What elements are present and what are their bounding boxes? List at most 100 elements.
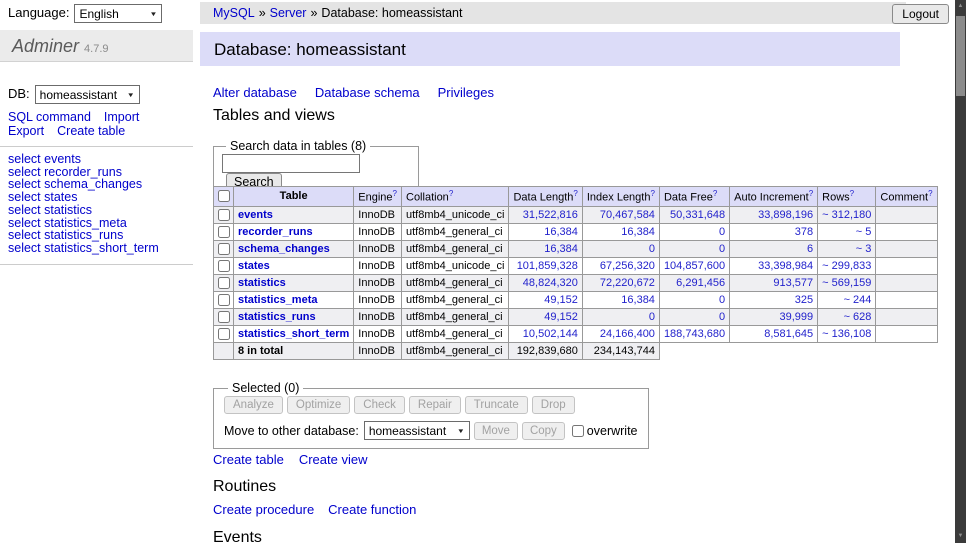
privileges-link[interactable]: Privileges	[438, 85, 494, 100]
auto-increment-link-schema-changes[interactable]: 6	[807, 243, 813, 255]
row-checkbox-statistics[interactable]	[218, 277, 230, 289]
scrollbar-thumb[interactable]	[956, 16, 965, 96]
scroll-down-icon[interactable]: ▼	[955, 530, 966, 543]
auto-increment-link-recorder-runs[interactable]: 378	[795, 226, 813, 238]
repair-button[interactable]: Repair	[409, 396, 461, 414]
auto-increment-link-statistics-meta[interactable]: 325	[795, 294, 813, 306]
index-length-link-statistics[interactable]: 72,220,672	[600, 277, 655, 289]
move-button[interactable]: Move	[474, 422, 518, 440]
index-length-link-statistics-short-term[interactable]: 24,166,400	[600, 328, 655, 340]
data-length-link-recorder-runs[interactable]: 16,384	[544, 226, 578, 238]
breadcrumb-link-mysql[interactable]: MySQL	[213, 6, 255, 20]
sidebar-action-create-table[interactable]: Create table	[57, 124, 125, 138]
search-legend: Search data in tables (8)	[226, 139, 370, 153]
rows-link-statistics[interactable]: ~ 569,159	[822, 277, 871, 289]
language-select[interactable]: English	[74, 4, 162, 23]
breadcrumb-link-server[interactable]: Server	[270, 6, 307, 20]
data-free-link-events[interactable]: 50,331,648	[670, 209, 725, 221]
data-length-link-events[interactable]: 31,522,816	[523, 209, 578, 221]
check-button[interactable]: Check	[354, 396, 405, 414]
data-free-link-states[interactable]: 104,857,600	[664, 260, 725, 272]
auto-increment-link-statistics[interactable]: 913,577	[773, 277, 813, 289]
overwrite-checkbox[interactable]	[572, 425, 584, 437]
data-free-link-statistics-meta[interactable]: 0	[719, 294, 725, 306]
select-all-checkbox[interactable]	[218, 190, 230, 202]
data-free-link-recorder-runs[interactable]: 0	[719, 226, 725, 238]
auto-increment-link-statistics-short-term[interactable]: 8,581,645	[764, 328, 813, 340]
database-schema-link[interactable]: Database schema	[315, 85, 420, 100]
help-icon[interactable]: ?	[809, 189, 813, 198]
rows-link-statistics-short-term[interactable]: ~ 136,108	[822, 328, 871, 340]
rows-link-schema-changes[interactable]: ~ 3	[856, 243, 872, 255]
index-length-link-statistics-runs[interactable]: 0	[649, 311, 655, 323]
data-free-link-schema-changes[interactable]: 0	[719, 243, 725, 255]
data-free-link-statistics-runs[interactable]: 0	[719, 311, 725, 323]
index-length-link-states[interactable]: 67,256,320	[600, 260, 655, 272]
data-length-link-statistics-runs[interactable]: 49,152	[544, 311, 578, 323]
help-icon[interactable]: ?	[449, 189, 453, 198]
table-link-statistics[interactable]: statistics	[238, 277, 286, 289]
table-link-events[interactable]: events	[238, 209, 273, 221]
logout-button[interactable]: Logout	[892, 4, 949, 24]
create-procedure-link[interactable]: Create procedure	[213, 502, 314, 517]
cell-data-free: 50,331,648	[659, 206, 729, 223]
data-length-link-statistics-short-term[interactable]: 10,502,144	[523, 328, 578, 340]
help-icon[interactable]: ?	[650, 189, 654, 198]
row-checkbox-statistics-short-term[interactable]	[218, 328, 230, 340]
sidebar-action-sql-command[interactable]: SQL command	[8, 110, 91, 124]
index-length-link-statistics-meta[interactable]: 16,384	[621, 294, 655, 306]
create-view-link[interactable]: Create view	[299, 452, 368, 467]
move-db-select[interactable]: homeassistant	[364, 421, 470, 440]
optimize-button[interactable]: Optimize	[287, 396, 350, 414]
browser-scrollbar[interactable]: ▲ ▼	[955, 0, 966, 543]
create-table-link[interactable]: Create table	[213, 452, 284, 467]
data-length-link-statistics[interactable]: 48,824,320	[523, 277, 578, 289]
help-icon[interactable]: ?	[573, 189, 577, 198]
rows-link-statistics-meta[interactable]: ~ 244	[844, 294, 872, 306]
row-checkbox-states[interactable]	[218, 260, 230, 272]
row-checkbox-recorder-runs[interactable]	[218, 226, 230, 238]
row-checkbox-statistics-meta[interactable]	[218, 294, 230, 306]
auto-increment-link-events[interactable]: 33,898,196	[758, 209, 813, 221]
cell-data-free: 0	[659, 308, 729, 325]
data-length-link-schema-changes[interactable]: 16,384	[544, 243, 578, 255]
index-length-link-schema-changes[interactable]: 0	[649, 243, 655, 255]
alter-database-link[interactable]: Alter database	[213, 85, 297, 100]
table-link-statistics-runs[interactable]: statistics_runs	[238, 311, 316, 323]
data-free-link-statistics-short-term[interactable]: 188,743,680	[664, 328, 725, 340]
rows-link-recorder-runs[interactable]: ~ 5	[856, 226, 872, 238]
table-link-statistics-meta[interactable]: statistics_meta	[238, 294, 318, 306]
data-length-link-states[interactable]: 101,859,328	[517, 260, 578, 272]
rows-link-events[interactable]: ~ 312,180	[822, 209, 871, 221]
row-checkbox-events[interactable]	[218, 209, 230, 221]
create-function-link[interactable]: Create function	[328, 502, 416, 517]
data-free-link-statistics[interactable]: 6,291,456	[676, 277, 725, 289]
sidebar-action-import[interactable]: Import	[104, 110, 139, 124]
scroll-up-icon[interactable]: ▲	[955, 0, 966, 13]
auto-increment-link-states[interactable]: 33,398,984	[758, 260, 813, 272]
table-link-statistics-short-term[interactable]: statistics_short_term	[238, 328, 349, 340]
copy-button[interactable]: Copy	[522, 422, 565, 440]
db-select[interactable]: homeassistant	[35, 85, 140, 104]
row-checkbox-statistics-runs[interactable]	[218, 311, 230, 323]
help-icon[interactable]: ?	[850, 189, 854, 198]
rows-link-states[interactable]: ~ 299,833	[822, 260, 871, 272]
help-icon[interactable]: ?	[713, 189, 717, 198]
sidebar-action-export[interactable]: Export	[8, 124, 44, 138]
table-link-recorder-runs[interactable]: recorder_runs	[238, 226, 313, 238]
search-input[interactable]	[222, 154, 360, 173]
auto-increment-link-statistics-runs[interactable]: 39,999	[780, 311, 814, 323]
truncate-button[interactable]: Truncate	[465, 396, 528, 414]
row-checkbox-schema-changes[interactable]	[218, 243, 230, 255]
index-length-link-recorder-runs[interactable]: 16,384	[621, 226, 655, 238]
help-icon[interactable]: ?	[393, 189, 397, 198]
table-link-states[interactable]: states	[238, 260, 270, 272]
help-icon[interactable]: ?	[928, 189, 932, 198]
rows-link-statistics-runs[interactable]: ~ 628	[844, 311, 872, 323]
table-link-schema-changes[interactable]: schema_changes	[238, 243, 330, 255]
drop-button[interactable]: Drop	[532, 396, 575, 414]
data-length-link-statistics-meta[interactable]: 49,152	[544, 294, 578, 306]
analyze-button[interactable]: Analyze	[224, 396, 283, 414]
sidebar-select-statistics-short-term[interactable]: select statistics_short_term	[8, 241, 159, 255]
index-length-link-events[interactable]: 70,467,584	[600, 209, 655, 221]
